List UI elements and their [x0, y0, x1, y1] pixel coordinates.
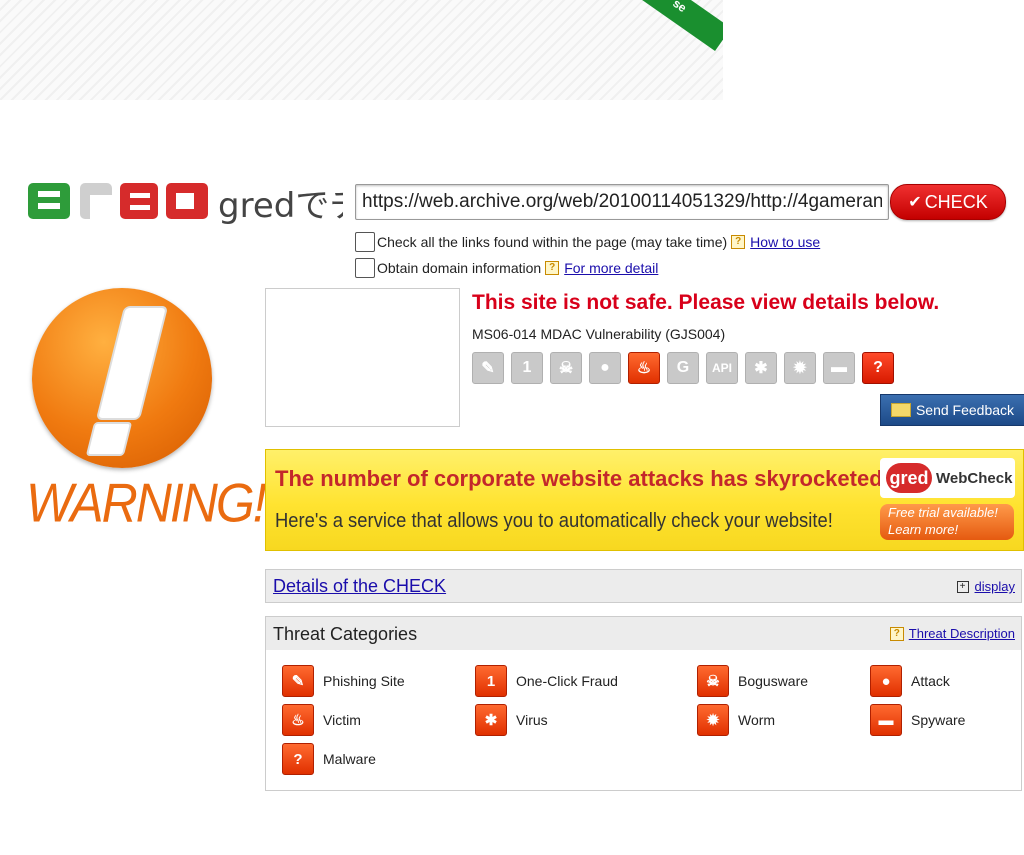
malware-icon[interactable]: ? — [862, 352, 894, 384]
option-domain-info: Obtain domain information ? For more det… — [355, 258, 658, 278]
display-link[interactable]: display — [975, 579, 1015, 594]
category-malware: ? Malware — [282, 743, 376, 775]
category-one-click-fraud: 1 One-Click Fraud — [475, 665, 618, 697]
logo-text: gredでチェック — [218, 186, 343, 225]
malware-icon: ? — [282, 743, 314, 775]
details-title-link[interactable]: Details of the CHECK — [273, 576, 446, 597]
help-icon: ? — [545, 261, 560, 275]
check-links-label: Check all the links found within the pag… — [377, 234, 728, 250]
send-feedback-button[interactable]: Send Feedback — [880, 394, 1024, 426]
attack-icon: ● — [870, 665, 902, 697]
spyware-icon[interactable]: ▬ — [823, 352, 855, 384]
display-toggle[interactable]: + display — [956, 579, 1015, 594]
category-spyware: ▬ Spyware — [870, 704, 965, 736]
category-attack: ● Attack — [870, 665, 950, 697]
category-victim: ♨ Victim — [282, 704, 361, 736]
checkmark-icon: ✔ — [908, 194, 922, 211]
check-links-checkbox[interactable] — [355, 232, 375, 252]
victim-icon: ♨ — [282, 704, 314, 736]
top-banner: se — [0, 0, 723, 100]
domain-info-checkbox[interactable] — [355, 258, 375, 278]
worm-icon[interactable]: ✹ — [784, 352, 816, 384]
url-input[interactable] — [355, 184, 889, 220]
result-title: This site is not safe. Please view detai… — [472, 291, 940, 314]
category-virus: ✱ Virus — [475, 704, 548, 736]
webcheck-ad-banner[interactable]: The number of corporate website attacks … — [265, 449, 1024, 551]
check-button-label: CHECK — [924, 191, 988, 212]
option-check-links: Check all the links found within the pag… — [355, 232, 820, 252]
threat-description: ? Threat Description — [886, 626, 1015, 641]
bogusware-icon[interactable]: ☠ — [550, 352, 582, 384]
threat-categories-panel: Threat Categories ? Threat Description ✎… — [265, 616, 1022, 791]
ad-headline: The number of corporate website attacks … — [275, 466, 890, 491]
category-label: Bogusware — [738, 673, 809, 689]
victim-icon[interactable]: ♨ — [628, 352, 660, 384]
one-click-icon[interactable]: 1 — [511, 352, 543, 384]
category-label: Phishing Site — [323, 673, 405, 689]
worm-icon: ✹ — [697, 704, 729, 736]
category-label: Spyware — [911, 712, 966, 728]
webcheck-logo: gred WebCheck — [880, 458, 1015, 498]
category-label: One-Click Fraud — [516, 673, 618, 689]
threat-categories-title: Threat Categories — [273, 624, 418, 644]
phishing-site-icon: ✎ — [282, 665, 314, 697]
category-label: Worm — [738, 712, 776, 728]
one-click-fraud-icon: 1 — [475, 665, 507, 697]
trial-line-2: Learn more! — [888, 522, 959, 537]
gred-logo[interactable]: gredでチェック — [28, 177, 343, 225]
more-detail-link[interactable]: For more detail — [564, 260, 658, 276]
attack-icon[interactable]: ● — [589, 352, 621, 384]
bogusware-icon: ☠ — [697, 665, 729, 697]
help-icon: ? — [731, 235, 746, 249]
top-ribbon[interactable]: se — [624, 0, 723, 52]
ad-subline: Here's a service that allows you to auto… — [275, 510, 833, 532]
virus-icon[interactable]: ✱ — [745, 352, 777, 384]
phishing-icon[interactable]: ✎ — [472, 352, 504, 384]
webcheck-text: WebCheck — [936, 469, 1013, 487]
trial-line-1: Free trial available! — [888, 505, 998, 520]
threat-description-link[interactable]: Threat Description — [909, 626, 1015, 641]
spyware-icon: ▬ — [870, 704, 902, 736]
api-icon[interactable]: API — [706, 352, 738, 384]
check-button[interactable]: ✔ CHECK — [890, 184, 1006, 220]
warning-icon — [32, 288, 212, 468]
details-section: Details of the CHECK + display — [265, 569, 1022, 603]
domain-info-label: Obtain domain information — [377, 260, 542, 276]
g-icon[interactable]: G — [667, 352, 699, 384]
free-trial-button[interactable]: Free trial available! Learn more! — [880, 504, 1014, 540]
result-detail: MS06-014 MDAC Vulnerability (GJS004) — [472, 326, 726, 342]
category-worm: ✹ Worm — [697, 704, 775, 736]
threat-categories-header: Threat Categories ? Threat Description — [266, 617, 1021, 650]
plus-icon: + — [956, 580, 969, 593]
category-label: Attack — [911, 673, 950, 689]
site-thumbnail — [265, 288, 460, 427]
virus-icon: ✱ — [475, 704, 507, 736]
help-icon: ? — [889, 626, 904, 641]
category-label: Virus — [516, 712, 548, 728]
threat-icons-row: ✎ 1 ☠ ● ♨ G API ✱ ✹ ▬? — [472, 352, 894, 384]
category-label: Victim — [323, 712, 361, 728]
category-bogusware: ☠ Bogusware — [697, 665, 808, 697]
envelope-icon — [890, 403, 911, 417]
warning-text: WARNING! — [26, 472, 267, 534]
how-to-use-link[interactable]: How to use — [750, 234, 820, 250]
category-label: Malware — [323, 751, 376, 767]
category-phishing-site: ✎ Phishing Site — [282, 665, 405, 697]
send-feedback-label: Send Feedback — [915, 402, 1015, 418]
gred-badge: gred — [886, 463, 932, 493]
